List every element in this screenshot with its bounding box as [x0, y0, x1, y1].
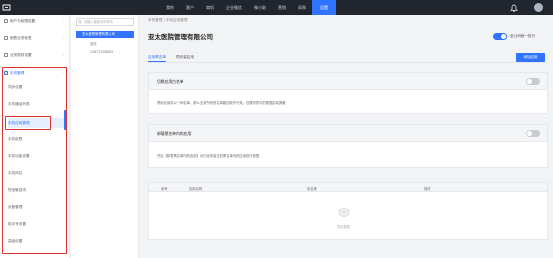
top-nav-item-settings[interactable]: 设置 [312, 0, 336, 15]
global-execution-toggle[interactable] [493, 33, 507, 40]
chevron-right-icon: › [62, 19, 64, 23]
tree-node-test[interactable]: 测试 [90, 41, 97, 46]
uninstall-card-title: 卸载黑名单内的应用 [157, 131, 192, 136]
tree-node-phone-number[interactable]: 13871558883 [90, 50, 113, 54]
uninstall-card-description: 开启【卸载黑名单内的应用】对已经安装过的黑名单内的应用进行卸载 [157, 154, 260, 158]
top-nav-item-wecom[interactable]: 企业微信 [220, 0, 248, 15]
top-nav-item-mine[interactable]: 我的 [160, 0, 180, 15]
top-nav-menu: 我的 客户 商机 企业微信 微小助 营销 采购 设置 [160, 0, 336, 15]
highlight-box-phone-management [2, 67, 67, 254]
tab-bar: 应用黑名单 预安装应用 [148, 52, 204, 62]
avatar[interactable] [534, 3, 543, 12]
chevron-right-icon: › [62, 36, 64, 40]
breadcrumb: 手机管理 / 手机应用管理 [148, 18, 188, 22]
bell-icon[interactable] [510, 3, 518, 12]
whitelist-card-header [149, 73, 547, 90]
highlight-box-app-management [5, 116, 51, 130]
tree-node-company[interactable]: 亚太医院管理有限公司 [76, 31, 134, 38]
empty-state-text: 暂无数据 [337, 225, 350, 229]
add-app-button[interactable]: 添加应用 [516, 53, 545, 62]
whitelist-toggle[interactable] [526, 78, 540, 85]
tab-app-blacklist[interactable]: 应用黑名单 [148, 52, 166, 62]
column-header-package-name: 包名称 [307, 187, 317, 191]
whitelist-card-title: 切换应用白名单 [157, 79, 184, 84]
logo-icon[interactable] [2, 3, 11, 12]
column-header-actions: 操作 [424, 187, 431, 191]
search-input[interactable]: 请输入搜索手机号码 [76, 18, 134, 26]
uninstall-card-header [149, 125, 547, 142]
sidebar-item-user-permissions[interactable]: 用户与权限设置 › [4, 16, 66, 26]
whitelist-card-description: 禁用应用将以一种名单，那么业务所有的名单都控制不兴效。仅展列表中的数据启动屏蔽 [157, 101, 286, 105]
page-title: 亚太医院管理有限公司 [148, 33, 213, 41]
top-nav-item-assistant[interactable]: 微小助 [248, 0, 272, 15]
column-header-app-name: 应用名称 [189, 187, 203, 191]
top-nav-item-customers[interactable]: 客户 [180, 0, 200, 15]
app-table-header: 序号 应用名称 包名称 操作 [148, 182, 548, 192]
gear-icon [4, 52, 8, 57]
sidebar-item-business-rules[interactable]: 业务规则设置 › [4, 50, 66, 60]
uninstall-blacklist-card: 卸载黑名单内的应用 开启【卸载黑名单内的应用】对已经安装过的黑名单内的应用进行卸… [148, 124, 548, 168]
top-nav-item-procurement[interactable]: 采购 [292, 0, 312, 15]
top-nav-item-marketing[interactable]: 营销 [272, 0, 292, 15]
global-execution-label: 全公司统一执行 [510, 34, 536, 38]
empty-box-icon [337, 206, 351, 218]
top-navigation-bar: 我的 客户 商机 企业微信 微小助 营销 采购 设置 [0, 0, 553, 15]
sidebar-item-sales-tags[interactable]: 销售业务标签 › [4, 33, 66, 43]
uninstall-toggle[interactable] [526, 130, 540, 137]
search-icon [78, 20, 82, 24]
column-header-index: 序号 [161, 187, 168, 191]
tag-icon [4, 35, 8, 40]
tab-preinstalled-apps[interactable]: 预安装应用 [176, 52, 194, 62]
user-icon [4, 18, 8, 23]
top-nav-item-opportunities[interactable]: 商机 [200, 0, 220, 15]
chevron-right-icon: › [62, 53, 64, 57]
whitelist-card: 切换应用白名单 禁用应用将以一种名单，那么业务所有的名单都控制不兴效。仅展列表中… [148, 72, 548, 114]
tab-divider [148, 62, 548, 63]
